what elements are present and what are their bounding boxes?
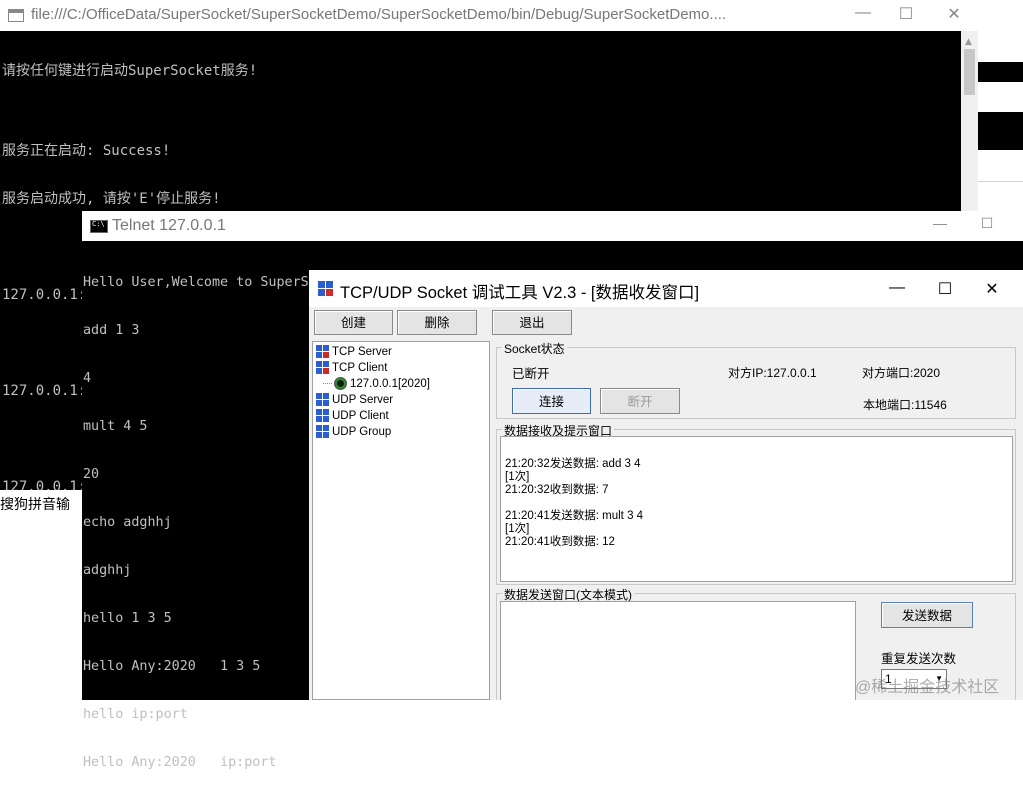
background-strip bbox=[978, 82, 1023, 112]
background-strip bbox=[978, 150, 1023, 182]
local-port: 本地端口:11546 bbox=[863, 398, 947, 412]
console-title: file:///C:/OfficeData/SuperSocket/SuperS… bbox=[31, 6, 727, 23]
grid-icon bbox=[316, 393, 329, 406]
ime-bar[interactable]: 搜狗拼音输 bbox=[0, 490, 82, 700]
console-app-icon bbox=[8, 9, 24, 22]
receive-line: 21:20:32收到数据: 7 bbox=[505, 484, 609, 496]
delete-button[interactable]: 删除 bbox=[397, 310, 477, 335]
minimize-icon[interactable]: — bbox=[925, 215, 955, 231]
grid-icon bbox=[316, 345, 329, 358]
tool-title: TCP/UDP Socket 调试工具 V2.3 - [数据收发窗口] bbox=[340, 284, 700, 302]
socket-tool-window: TCP/UDP Socket 调试工具 V2.3 - [数据收发窗口] — ☐ … bbox=[309, 270, 1023, 700]
background-strip bbox=[978, 112, 1023, 150]
minimize-icon[interactable]: — bbox=[848, 4, 878, 22]
connect-button[interactable]: 连接 bbox=[512, 388, 591, 414]
tool-titlebar[interactable]: TCP/UDP Socket 调试工具 V2.3 - [数据收发窗口] — ☐ … bbox=[309, 270, 1023, 307]
console-titlebar[interactable]: file:///C:/OfficeData/SuperSocket/SuperS… bbox=[0, 0, 978, 31]
app-logo-icon bbox=[318, 281, 334, 297]
connection-tree[interactable]: TCP Server TCP Client 127.0.0.1[2020] UD… bbox=[312, 341, 490, 700]
cmd-icon bbox=[90, 220, 108, 233]
socket-status-title: Socket状态 bbox=[502, 340, 567, 357]
grid-icon bbox=[316, 425, 329, 438]
tree-item-label: TCP Client bbox=[332, 362, 388, 374]
console-line: 请按任何键进行启动SuperSocket服务! bbox=[2, 63, 258, 79]
ime-label: 搜狗拼音输 bbox=[0, 497, 70, 513]
close-icon[interactable]: ✕ bbox=[939, 4, 969, 24]
create-button[interactable]: 创建 bbox=[314, 310, 393, 335]
background-strip bbox=[978, 62, 1023, 82]
send-data-button[interactable]: 发送数据 bbox=[881, 602, 973, 628]
maximize-icon[interactable]: ☐ bbox=[930, 279, 960, 299]
tree-connector bbox=[323, 383, 332, 384]
watermark: @稀土掘金技术社区 bbox=[855, 679, 1000, 696]
telnet-line: Hello Any:2020 ip:port bbox=[83, 755, 277, 770]
background-strip bbox=[978, 182, 1023, 211]
minimize-icon[interactable]: — bbox=[882, 279, 912, 297]
remote-ip: 对方IP:127.0.0.1 bbox=[728, 366, 817, 380]
grid-icon bbox=[316, 409, 329, 422]
telnet-titlebar[interactable]: Telnet 127.0.0.1 — ☐ bbox=[82, 211, 1023, 241]
maximize-icon[interactable]: ☐ bbox=[891, 4, 921, 24]
tree-item-label: TCP Server bbox=[332, 346, 392, 358]
remote-port: 对方端口:2020 bbox=[862, 366, 941, 380]
console-line: 服务正在启动: Success! bbox=[2, 143, 171, 159]
tree-item-label: UDP Server bbox=[332, 394, 394, 406]
scrollbar-thumb[interactable] bbox=[964, 49, 975, 95]
console-line: 服务启动成功, 请按'E'停止服务! bbox=[2, 191, 221, 207]
connection-status-icon bbox=[334, 377, 347, 390]
tree-item-label: UDP Group bbox=[332, 426, 392, 438]
repeat-count-label: 重复发送次数 bbox=[881, 652, 957, 666]
disconnect-button[interactable]: 断开 bbox=[600, 388, 680, 414]
scroll-up-icon[interactable]: ▲ bbox=[965, 37, 972, 47]
exit-button[interactable]: 退出 bbox=[492, 310, 572, 335]
close-icon[interactable]: ✕ bbox=[977, 279, 1007, 299]
grid-icon bbox=[316, 361, 329, 374]
receive-textarea[interactable]: 21:20:32发送数据: add 3 4 [1次] 21:20:32收到数据:… bbox=[500, 436, 1013, 582]
receive-line: 21:20:41收到数据: 12 bbox=[505, 536, 615, 548]
telnet-title: Telnet 127.0.0.1 bbox=[112, 217, 226, 234]
telnet-line: hello ip:port bbox=[83, 707, 188, 722]
send-textarea[interactable] bbox=[500, 601, 856, 700]
tree-item-label: UDP Client bbox=[332, 410, 389, 422]
connection-status: 已断开 bbox=[512, 367, 550, 381]
maximize-icon[interactable]: ☐ bbox=[972, 215, 1002, 232]
tree-item-label: 127.0.0.1[2020] bbox=[350, 378, 430, 390]
background-strip bbox=[978, 0, 1023, 62]
